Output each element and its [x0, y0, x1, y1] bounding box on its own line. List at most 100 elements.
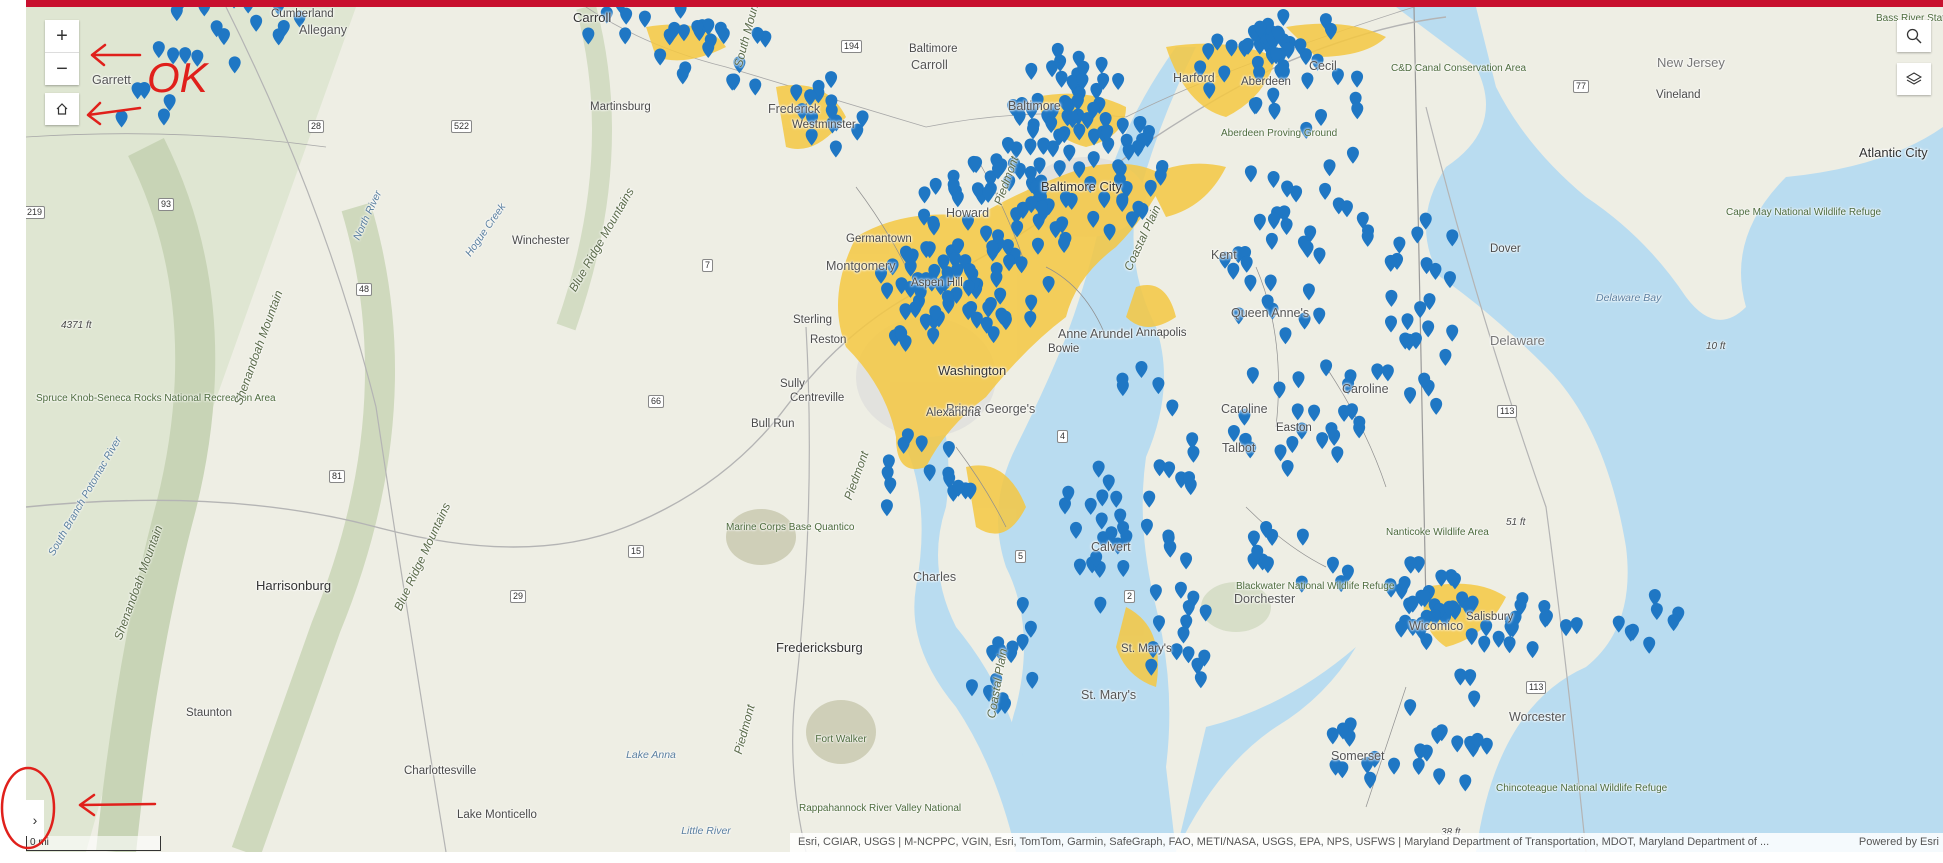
location-marker[interactable]: [654, 48, 667, 66]
label-county: Montgomery: [826, 259, 896, 273]
location-marker[interactable]: [676, 67, 689, 85]
home-button[interactable]: [45, 93, 79, 125]
location-marker[interactable]: [726, 73, 739, 91]
label-city: Annapolis: [1136, 327, 1187, 339]
label-city: Washington: [938, 363, 1007, 378]
location-marker[interactable]: [1261, 556, 1274, 574]
label-state: Delaware: [1490, 333, 1545, 348]
location-marker[interactable]: [1240, 255, 1253, 273]
search-button[interactable]: [1897, 20, 1931, 52]
route-shield: 4: [1057, 430, 1069, 443]
label-city: Martinsburg: [590, 101, 651, 113]
location-marker[interactable]: [1143, 490, 1156, 508]
location-marker[interactable]: [1170, 643, 1183, 661]
home-icon: [56, 103, 68, 115]
label-county: Worcester: [1509, 710, 1566, 724]
route-shield: 81: [329, 470, 346, 483]
label-county: Calvert: [1091, 540, 1131, 554]
label-city: Germantown: [846, 233, 912, 245]
label-county: Baltimore: [1008, 99, 1061, 113]
label-city: Salisbury: [1466, 611, 1514, 623]
route-shield: 48: [356, 283, 373, 296]
label-park: C&D Canal Conservation Area: [1391, 63, 1527, 74]
location-marker[interactable]: [1024, 138, 1037, 156]
location-marker[interactable]: [1187, 445, 1200, 463]
label-city: Carroll: [573, 10, 612, 25]
label-county: Talbot: [1222, 441, 1256, 455]
search-icon: [1906, 28, 1922, 44]
label-city: Aberdeen: [1241, 76, 1291, 88]
layers-button[interactable]: [1897, 63, 1931, 95]
location-marker[interactable]: [674, 7, 687, 19]
location-marker[interactable]: [829, 140, 842, 158]
label-county: Harford: [1173, 71, 1215, 85]
route-shield: 93: [158, 198, 175, 211]
label-city: Centreville: [790, 392, 845, 404]
location-marker[interactable]: [1163, 461, 1176, 479]
label-city: Winchester: [512, 235, 570, 247]
label-city: Baltimore: [909, 43, 958, 55]
location-marker[interactable]: [1246, 367, 1259, 385]
location-marker[interactable]: [619, 27, 632, 45]
location-marker[interactable]: [1177, 626, 1190, 644]
powered-by-link[interactable]: Powered by Esri: [1859, 833, 1939, 852]
expand-panel-button[interactable]: ›: [26, 800, 44, 840]
location-marker[interactable]: [1253, 213, 1266, 231]
attribution-text: Esri, CGIAR, USGS | M-NCPPC, VGIN, Esri,…: [798, 836, 1770, 848]
scale-label: 0 mi: [30, 837, 49, 848]
label-county: Allegany: [299, 23, 347, 37]
label-county: Anne Arundel: [1058, 327, 1134, 341]
route-shield: 28: [308, 120, 325, 133]
location-marker[interactable]: [929, 177, 942, 195]
location-marker[interactable]: [1163, 540, 1176, 558]
location-marker[interactable]: [825, 71, 838, 89]
location-marker[interactable]: [1037, 137, 1050, 155]
label-city: Lake Monticello: [457, 809, 537, 821]
location-marker[interactable]: [880, 499, 893, 517]
map-view[interactable]: Carroll Cumberland Allegany Garrett Balt…: [26, 7, 1943, 852]
label-elevation: 10 ft: [1706, 341, 1726, 352]
left-margin: [0, 0, 26, 863]
label-city: Sterling: [793, 314, 832, 326]
location-marker[interactable]: [918, 186, 931, 204]
route-shield: 113: [1497, 405, 1518, 418]
label-park: Blackwater National Wildlife Refuge: [1236, 581, 1395, 592]
label-park: Aberdeen Proving Ground: [1221, 128, 1338, 139]
location-marker[interactable]: [1025, 62, 1038, 80]
label-county: Howard: [946, 206, 990, 220]
label-city: Reston: [810, 334, 847, 346]
location-marker[interactable]: [1112, 73, 1125, 91]
location-marker[interactable]: [1244, 274, 1257, 292]
zoom-in-button[interactable]: +: [45, 20, 79, 52]
location-marker[interactable]: [1248, 97, 1261, 115]
label-city: Staunton: [186, 707, 233, 719]
label-county: Garrett: [92, 73, 131, 87]
location-marker[interactable]: [1166, 399, 1179, 417]
label-park: Cape May National Wildlife Refuge: [1726, 207, 1882, 218]
location-marker[interactable]: [749, 78, 762, 96]
location-marker[interactable]: [1055, 70, 1068, 88]
location-marker[interactable]: [970, 156, 983, 174]
label-county: Caroline: [1221, 402, 1268, 416]
location-marker[interactable]: [1227, 262, 1240, 280]
location-marker[interactable]: [1095, 56, 1108, 74]
route-shield: 2: [1124, 590, 1136, 603]
zoom-controls: + −: [45, 20, 79, 85]
label-park: Rappahannock River Valley National: [799, 803, 962, 814]
label-water: Lake Anna: [626, 749, 676, 761]
location-marker[interactable]: [1174, 581, 1187, 599]
location-marker[interactable]: [1264, 274, 1277, 292]
label-city: Alexandria: [926, 407, 981, 419]
minus-icon: −: [56, 57, 68, 80]
location-marker[interactable]: [1227, 424, 1240, 442]
route-shield: 66: [648, 395, 665, 408]
location-marker[interactable]: [620, 7, 633, 25]
label-state: New Jersey: [1657, 55, 1725, 70]
location-marker[interactable]: [1194, 671, 1207, 689]
location-marker[interactable]: [638, 10, 651, 28]
location-marker[interactable]: [1027, 122, 1040, 140]
location-marker[interactable]: [1244, 165, 1257, 183]
location-marker[interactable]: [1180, 552, 1193, 570]
label-city: Easton: [1276, 422, 1312, 434]
zoom-out-button[interactable]: −: [45, 53, 79, 85]
